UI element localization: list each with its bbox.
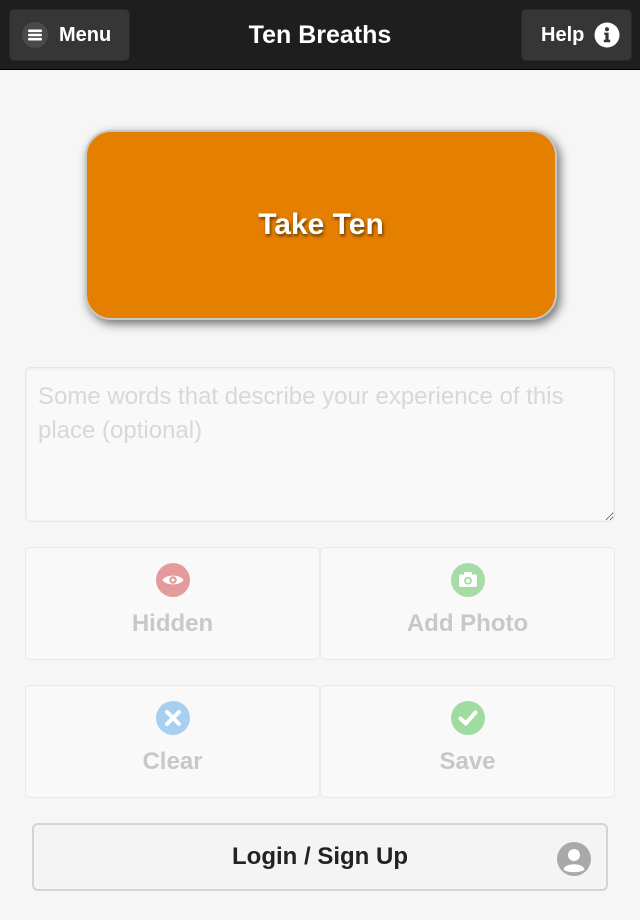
menu-label: Menu	[59, 23, 112, 46]
add-photo-label: Add Photo	[406, 610, 529, 637]
save-button[interactable]: Save	[320, 685, 615, 798]
user-icon	[557, 842, 591, 876]
hamburger-icon	[22, 22, 48, 48]
help-button[interactable]: Help	[521, 9, 632, 61]
experience-notes-input[interactable]	[25, 367, 615, 522]
help-label: Help	[541, 23, 585, 46]
clear-label: Clear	[142, 748, 203, 775]
info-icon	[594, 22, 620, 48]
login-signup-button[interactable]: Login / Sign Up	[32, 823, 608, 891]
clear-button[interactable]: Clear	[25, 685, 320, 798]
login-label: Login / Sign Up	[232, 843, 408, 870]
close-icon	[155, 701, 190, 735]
eye-icon	[155, 563, 190, 597]
app-header: Menu Ten Breaths Help	[0, 0, 640, 70]
camera-icon	[450, 563, 485, 597]
hidden-toggle-button[interactable]: Hidden	[25, 547, 320, 660]
check-icon	[450, 701, 485, 735]
add-photo-button[interactable]: Add Photo	[320, 547, 615, 660]
menu-button[interactable]: Menu	[9, 9, 130, 61]
save-label: Save	[439, 748, 496, 775]
take-ten-button[interactable]: Take Ten	[85, 130, 557, 320]
hidden-label: Hidden	[131, 610, 214, 637]
